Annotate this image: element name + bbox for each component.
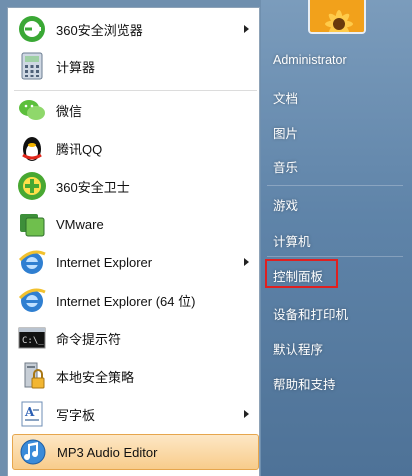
documents-link[interactable]: 文档 — [273, 88, 298, 107]
menu-item-qq[interactable]: 腾讯QQ — [12, 130, 259, 166]
menu-item-label: 写字板 — [56, 407, 96, 423]
computer-link[interactable]: 计算机 — [273, 231, 311, 250]
command-prompt-icon: C:\_ — [16, 322, 48, 354]
security-policy-icon — [16, 360, 48, 392]
pictures-link[interactable]: 图片 — [273, 123, 298, 142]
avatar[interactable] — [308, 0, 366, 34]
menu-item-calculator[interactable]: 计算器 — [12, 48, 259, 84]
menu-item-label: MP3 Audio Editor — [57, 444, 158, 460]
internet-explorer-icon — [16, 246, 48, 278]
menu-item-label: 计算器 — [56, 59, 96, 75]
user-name-link[interactable]: Administrator — [273, 53, 347, 67]
menu-item-label: VMware — [56, 216, 104, 232]
mp3-audio-editor-icon — [17, 436, 49, 468]
menu-item-wechat[interactable]: 微信 — [12, 92, 259, 128]
menu-item-label: 360安全卫士 — [56, 179, 130, 195]
menu-item-wordpad[interactable]: A 写字板 — [12, 396, 259, 432]
menu-item-mp3-audio-editor[interactable]: MP3 Audio Editor — [12, 434, 259, 470]
menu-separator — [14, 90, 257, 91]
qq-penguin-icon — [16, 132, 48, 164]
menu-item-360-safeguard[interactable]: 360安全卫士 — [12, 168, 259, 204]
help-and-support-link[interactable]: 帮助和支持 — [273, 374, 336, 393]
games-link[interactable]: 游戏 — [273, 195, 298, 214]
menu-item-internet-explorer-64[interactable]: Internet Explorer (64 位) — [12, 282, 259, 318]
default-programs-link[interactable]: 默认程序 — [273, 339, 323, 358]
submenu-arrow-icon[interactable] — [244, 258, 249, 266]
svg-text:C:\_: C:\_ — [22, 336, 44, 346]
vmware-icon — [16, 208, 48, 240]
360-browser-icon — [16, 13, 48, 45]
panel-separator — [267, 256, 403, 257]
menu-item-internet-explorer[interactable]: Internet Explorer — [12, 244, 259, 280]
menu-item-label: 微信 — [56, 103, 83, 119]
menu-item-label: 命令提示符 — [56, 331, 122, 347]
menu-item-local-security-policy[interactable]: 本地安全策略 — [12, 358, 259, 394]
calculator-icon — [16, 50, 48, 82]
music-link[interactable]: 音乐 — [273, 157, 298, 176]
places-pane: Administrator 文档 图片 音乐 游戏 计算机 控制面板 设备和打印… — [261, 0, 412, 476]
wordpad-icon: A — [16, 398, 48, 430]
submenu-arrow-icon[interactable] — [244, 25, 249, 33]
menu-item-label: 腾讯QQ — [56, 141, 103, 157]
programs-pane: 360安全浏览器 计算器 微信 腾讯QQ 360安全卫士 VMware Inte… — [7, 7, 260, 476]
menu-item-vmware[interactable]: VMware — [12, 206, 259, 242]
menu-item-label: Internet Explorer — [56, 254, 153, 270]
panel-separator — [267, 185, 403, 186]
annotation-highlight-box — [265, 259, 338, 288]
menu-item-command-prompt[interactable]: C:\_ 命令提示符 — [12, 320, 259, 356]
devices-and-printers-link[interactable]: 设备和打印机 — [273, 304, 348, 323]
menu-item-label: Internet Explorer (64 位) — [56, 293, 196, 309]
wechat-icon — [16, 94, 48, 126]
svg-text:A: A — [24, 405, 35, 419]
internet-explorer-icon — [16, 284, 48, 316]
menu-item-label: 本地安全策略 — [56, 369, 135, 385]
menu-item-label: 360安全浏览器 — [56, 22, 143, 38]
submenu-arrow-icon[interactable] — [244, 410, 249, 418]
360-safeguard-icon — [16, 170, 48, 202]
menu-item-360-browser[interactable]: 360安全浏览器 — [12, 11, 259, 47]
